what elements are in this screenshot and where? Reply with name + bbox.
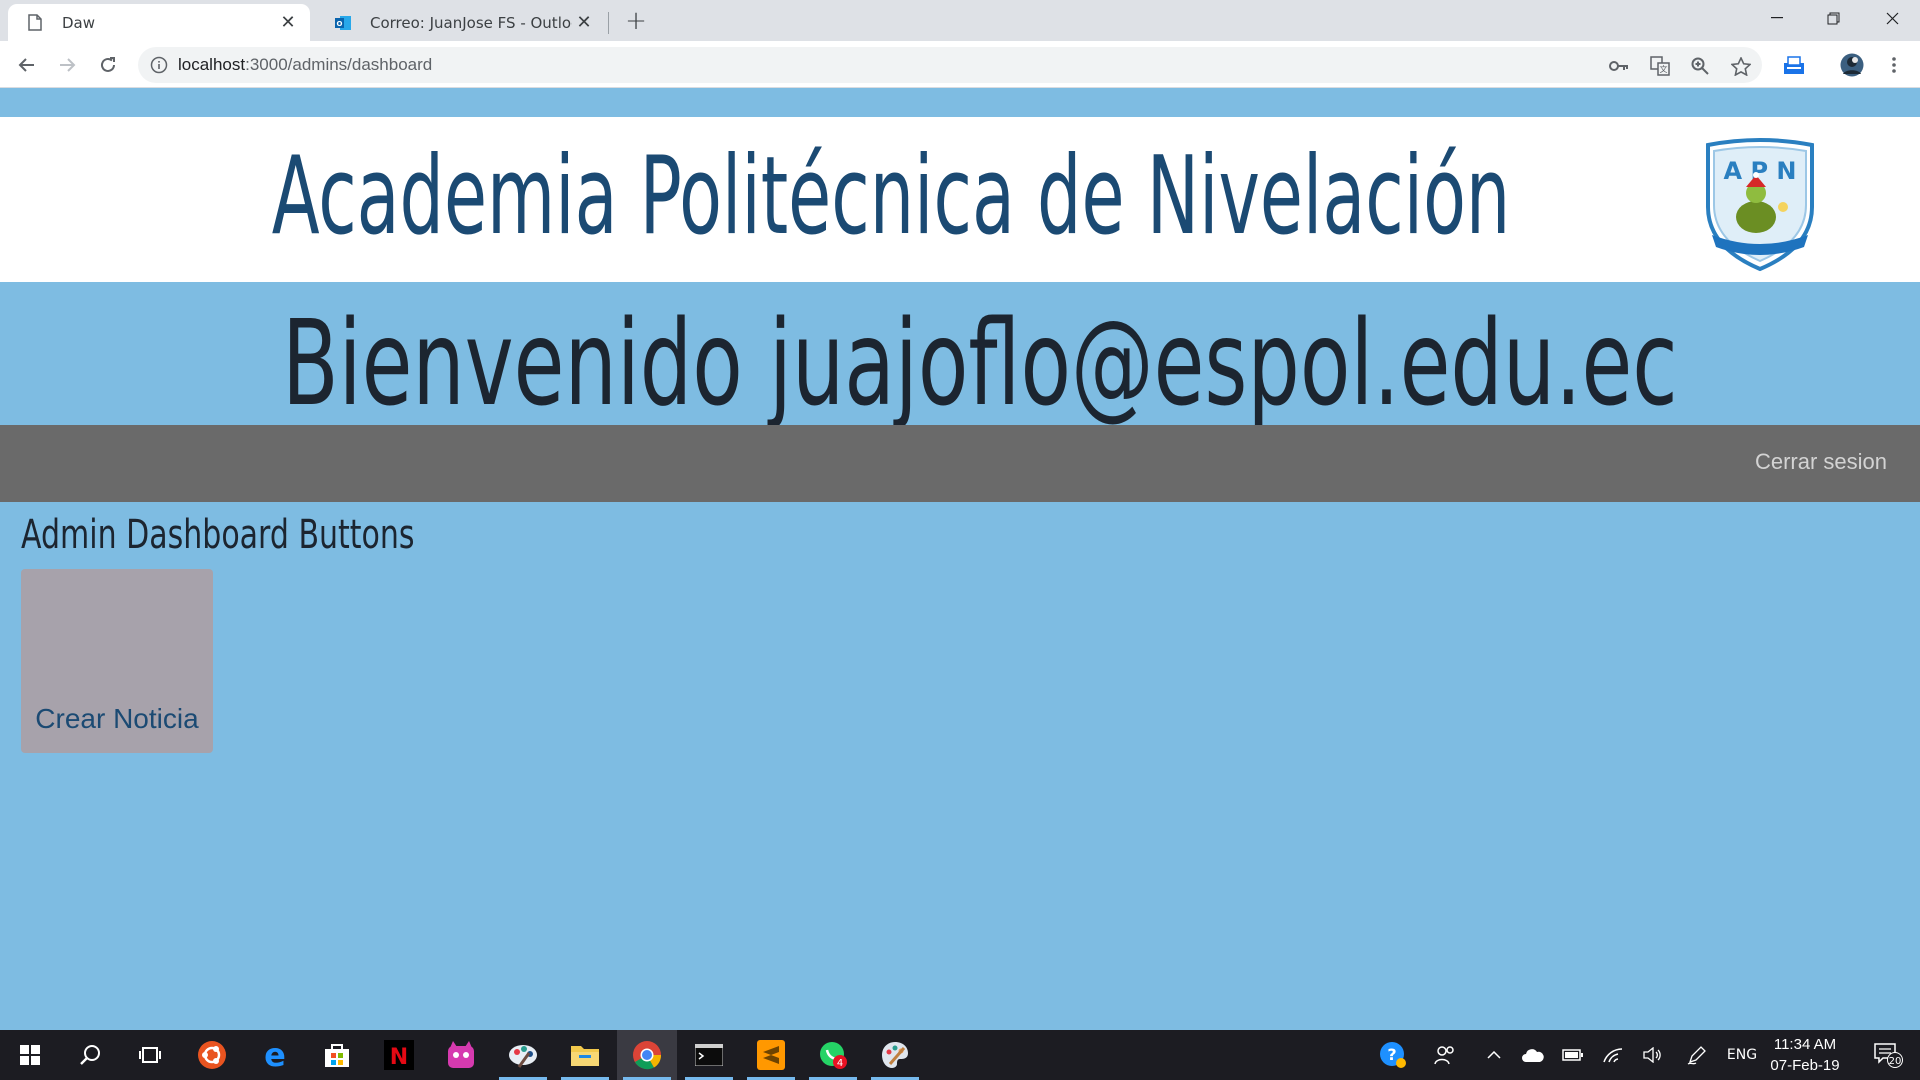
tab-title: Correo: JuanJose FS - Outlook (370, 13, 572, 32)
chevron-up-icon[interactable] (1482, 1030, 1506, 1080)
wifi-icon[interactable] (1598, 1030, 1628, 1080)
new-tab-button[interactable]: + (622, 6, 650, 36)
tab-outlook[interactable]: O Correo: JuanJose FS - Outlook ✕ (316, 4, 606, 41)
terminal-icon[interactable] (679, 1030, 739, 1080)
ubuntu-icon[interactable] (182, 1030, 242, 1080)
page-content: Academia Politécnica de Nivelación A P N… (0, 88, 1920, 1030)
url-host: localhost (178, 55, 246, 74)
start-icon[interactable] (0, 1030, 60, 1080)
people-icon[interactable] (1430, 1030, 1460, 1080)
paint3d-icon[interactable] (865, 1030, 925, 1080)
welcome-heading: Bienvenido juajoflo@espol.edu.ec (282, 294, 1678, 432)
task-view-icon[interactable] (120, 1030, 180, 1080)
academy-logo: A P N (1700, 137, 1820, 272)
forward-icon[interactable] (52, 50, 82, 80)
paint-icon[interactable] (493, 1030, 553, 1080)
system-clock[interactable]: 11:34 AM 07-Feb-19 (1760, 1034, 1850, 1076)
site-header: Academia Politécnica de Nivelación A P N (0, 117, 1920, 282)
browser-toolbar: localhost:3000/admins/dashboard 文 (0, 41, 1920, 88)
edge-icon[interactable]: e (245, 1030, 305, 1080)
url-path: :3000/admins/dashboard (245, 55, 433, 74)
netflix-icon[interactable]: N (369, 1030, 429, 1080)
profile-avatar[interactable] (1840, 53, 1864, 77)
browser-tab-strip: Daw ✕ O Correo: JuanJose FS - Outlook ✕ … (0, 0, 1920, 41)
clock-time: 11:34 AM (1773, 1036, 1837, 1053)
reload-icon[interactable] (93, 50, 123, 80)
notification-count: 20 (1889, 1056, 1902, 1067)
page-icon (26, 14, 44, 32)
minimize-icon[interactable] (1749, 0, 1805, 36)
url-text[interactable]: localhost:3000/admins/dashboard (178, 55, 432, 75)
whatsapp-icon[interactable]: 4 (803, 1030, 863, 1080)
tab-close-icon[interactable]: ✕ (276, 11, 300, 35)
dashboard-button-label: Crear Noticia (35, 703, 199, 734)
tab-separator (608, 12, 609, 34)
volume-icon[interactable] (1638, 1030, 1668, 1080)
outlook-icon: O (334, 14, 352, 32)
top-navbar: Cerrar sesion (0, 425, 1920, 502)
svg-text:O: O (337, 20, 343, 28)
tab-close-icon[interactable]: ✕ (572, 11, 596, 35)
svg-text:?: ? (1387, 1045, 1396, 1064)
section-title: Admin Dashboard Buttons (21, 512, 415, 558)
close-window-icon[interactable] (1864, 0, 1920, 36)
clock-date: 07-Feb-19 (1770, 1057, 1840, 1074)
extension-icon[interactable] (1782, 53, 1806, 77)
tab-daw[interactable]: Daw ✕ (8, 4, 310, 41)
onedrive-icon[interactable] (1518, 1030, 1548, 1080)
site-title: Academia Politécnica de Nivelación (271, 134, 1511, 259)
menu-icon[interactable] (1882, 53, 1906, 77)
site-info-icon[interactable] (150, 56, 168, 74)
bookmark-star-icon[interactable] (1730, 55, 1752, 77)
svg-text:文: 文 (1660, 64, 1668, 74)
help-icon[interactable]: ? (1378, 1030, 1408, 1080)
translate-icon[interactable]: 文 (1649, 55, 1671, 77)
chrome-icon[interactable] (617, 1030, 677, 1080)
back-icon[interactable] (12, 50, 42, 80)
logout-link[interactable]: Cerrar sesion (1755, 449, 1887, 475)
address-bar[interactable]: localhost:3000/admins/dashboard 文 (138, 47, 1762, 83)
zoom-icon[interactable] (1689, 55, 1711, 77)
language-indicator[interactable]: ENG (1722, 1030, 1762, 1080)
monster-icon[interactable] (431, 1030, 491, 1080)
sublime-icon[interactable] (741, 1030, 801, 1080)
file-explorer-icon[interactable] (555, 1030, 615, 1080)
crear-noticia-button[interactable]: Crear Noticia (21, 569, 213, 753)
store-icon[interactable] (307, 1030, 367, 1080)
restore-icon[interactable] (1805, 0, 1861, 36)
whatsapp-badge: 4 (837, 1058, 843, 1069)
svg-text:N: N (390, 1045, 408, 1070)
tab-title: Daw (62, 13, 96, 32)
pen-icon[interactable] (1682, 1030, 1712, 1080)
battery-icon[interactable] (1558, 1030, 1588, 1080)
notifications-icon[interactable]: 20 (1866, 1030, 1910, 1080)
key-icon[interactable] (1608, 55, 1630, 77)
search-icon[interactable] (60, 1030, 120, 1080)
windows-taskbar: e N 4 ? ENG 11:34 AM 07-Feb-19 20 (0, 1030, 1920, 1080)
